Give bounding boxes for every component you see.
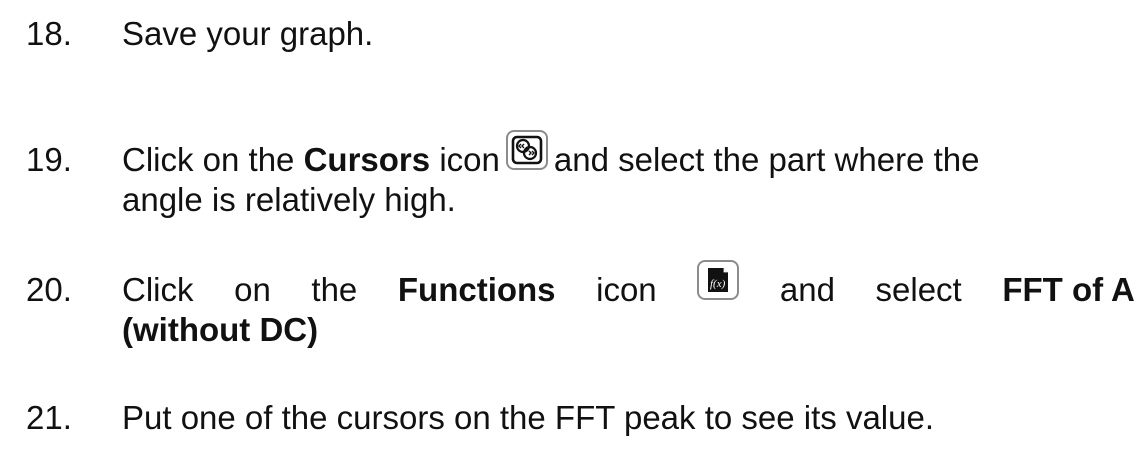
step-number: 21. [26,399,72,436]
step-number: 19. [26,141,72,178]
step-line-1: Click on the Cursors icon and select the… [122,130,979,180]
step-number: 18. [26,15,72,52]
functions-label: Functions [397,271,556,308]
functions-icon: f(x) [697,260,740,300]
cursors-icon [505,130,548,170]
step-line-2: angle is relatively high. [122,181,456,218]
fft-option-label: FFT of A [1002,271,1135,308]
step-text: Put one of the cursors on the FFT peak t… [122,399,934,436]
step-number: 20. [26,271,72,308]
step-line-1: Click on the Functions icon f(x) and sel… [122,260,1135,310]
cursors-label: Cursors [303,141,431,178]
step-line-2: (without DC) [122,311,319,348]
step-text: Save your graph. [122,15,374,52]
svg-text:f(x): f(x) [710,278,726,290]
